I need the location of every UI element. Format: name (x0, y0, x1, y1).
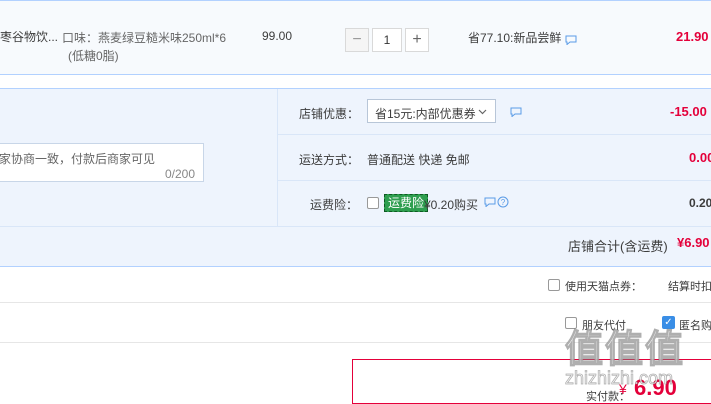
increase-quantity-button[interactable]: + (405, 28, 429, 52)
settle-note: 结算时扣 (668, 281, 711, 293)
memo-counter: 0/200 (165, 167, 196, 181)
item-promo: 省77.10:新品尝鲜 (468, 31, 562, 45)
insurance-price: ¥0.20购买 (424, 198, 479, 212)
decrease-quantity-button[interactable]: − (345, 28, 369, 52)
quantity-input[interactable]: 1 (372, 28, 402, 52)
chat-icon[interactable] (510, 107, 522, 117)
item-spec: 口味：燕麦绿豆糙米味250ml*6 (62, 31, 227, 45)
buyer-memo-input[interactable]: 家协商一致，付款后商家可见 0/200 (0, 143, 204, 182)
shipping-label: 运送方式： (299, 153, 360, 167)
shop-discount-select[interactable]: 省15元:内部优惠券 (367, 99, 496, 123)
shop-discount-amount: -15.00 (670, 104, 707, 119)
insurance-label: 运费险： (310, 198, 359, 212)
chat-icon[interactable] (565, 35, 577, 45)
divider (0, 226, 711, 227)
divider (277, 89, 278, 226)
unit-price: 99.00 (262, 29, 293, 43)
divider (278, 134, 711, 135)
item-title[interactable]: 枣谷物饮... (0, 28, 58, 45)
memo-placeholder: 家协商一致，付款后商家可见 (0, 152, 156, 166)
watermark-logo: 值值值 (564, 328, 686, 371)
insurance-checkbox[interactable] (367, 197, 379, 209)
tmall-points-label: 使用天猫点券： (565, 281, 642, 293)
chevron-down-icon (478, 109, 487, 115)
divider (278, 180, 711, 181)
insurance-badge: 运费险 (384, 194, 429, 212)
shipping-amount: 0.00 (689, 150, 711, 165)
divider (0, 302, 711, 303)
watermark-url: zhizhizhi.com (565, 368, 674, 389)
chat-icon[interactable] (484, 197, 496, 207)
shop-discount-label: 店铺优惠： (299, 107, 360, 121)
shop-discount-value: 省15元:内部优惠券 (375, 107, 476, 121)
shop-total-value: ¥6.90 (677, 235, 710, 250)
item-subtotal: 21.90 (676, 29, 709, 44)
item-spec-sub: (低糖0脂) (68, 49, 119, 63)
shipping-method: 普通配送 快递 免邮 (367, 153, 470, 167)
help-icon[interactable]: ? (497, 196, 509, 208)
svg-text:?: ? (501, 198, 506, 207)
tmall-points-checkbox[interactable] (548, 279, 560, 291)
shop-total-label: 店铺合计(含运费) (568, 239, 668, 254)
insurance-amount: 0.20 (689, 196, 711, 210)
